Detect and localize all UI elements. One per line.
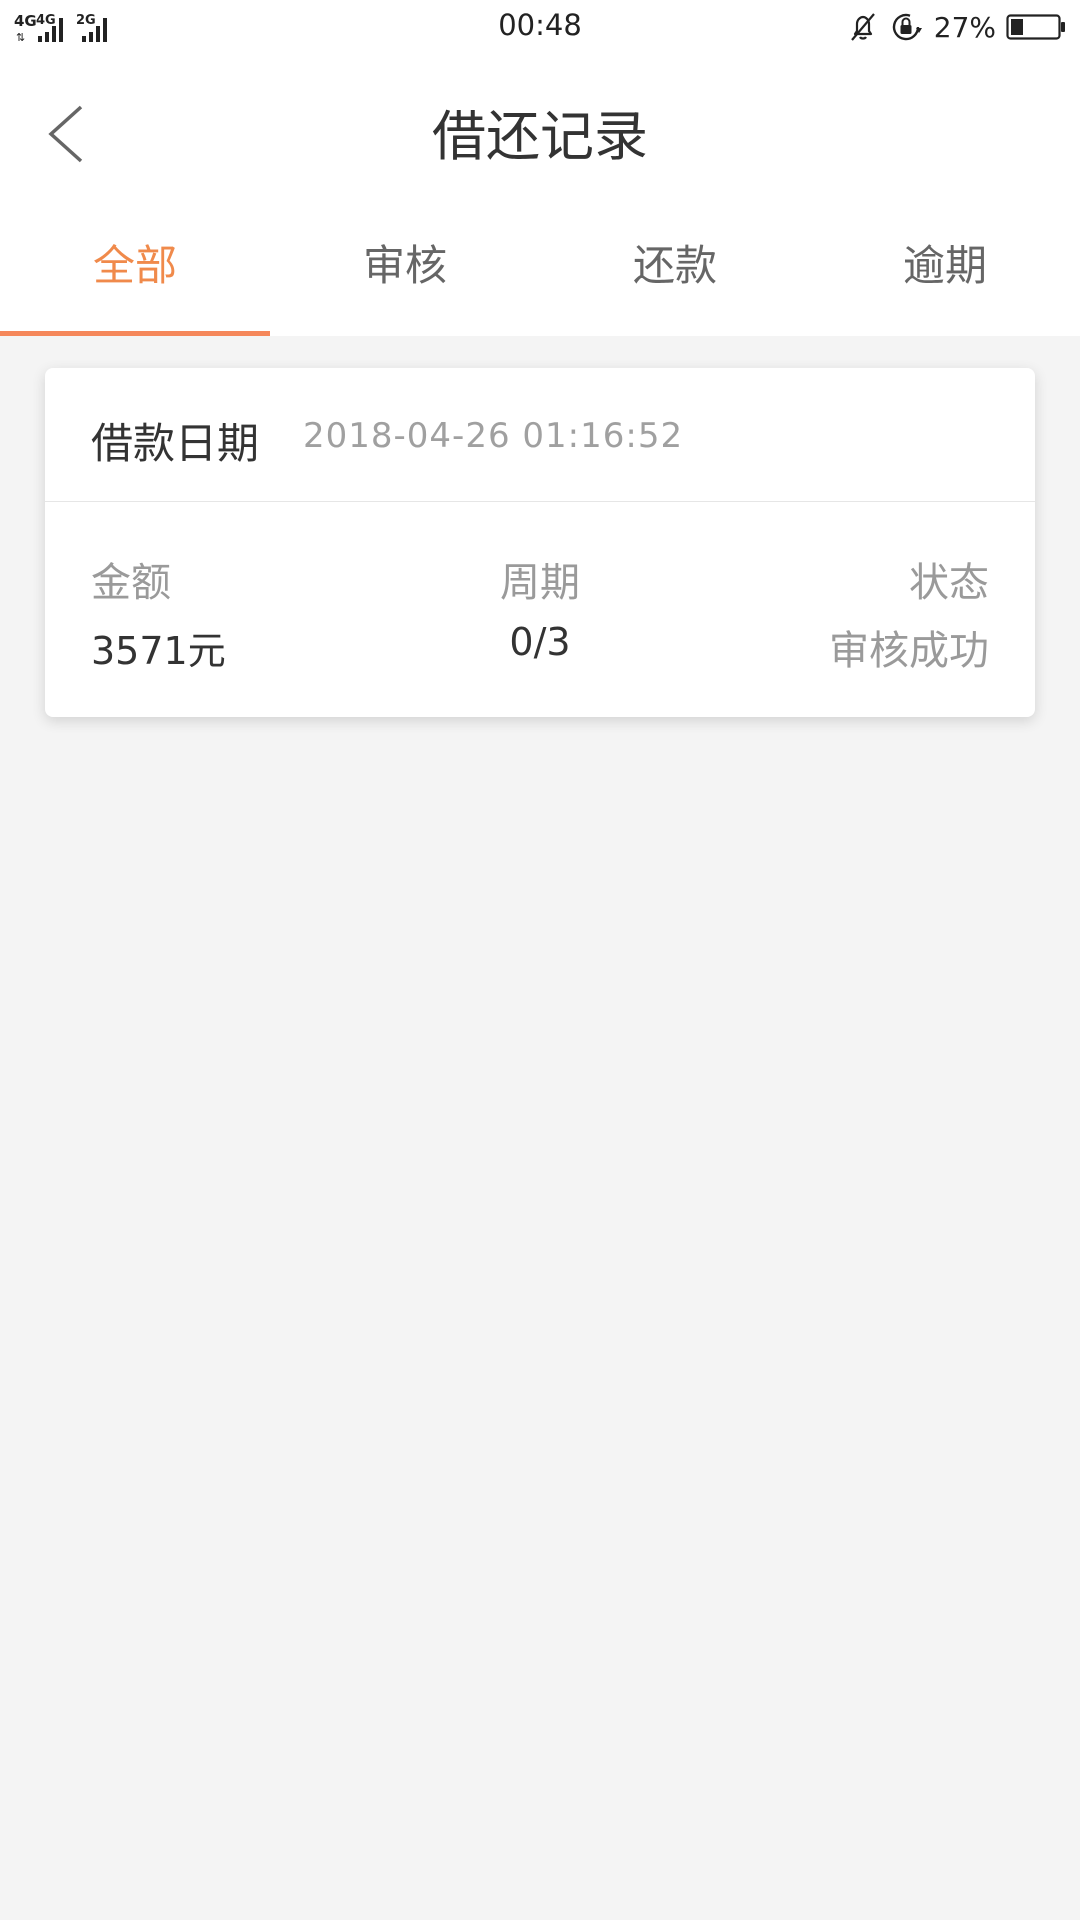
page-title: 借还记录 xyxy=(432,105,648,168)
period-label: 周期 xyxy=(500,560,580,606)
tab-all[interactable]: 全部 xyxy=(0,204,270,336)
card-header: 借款日期 2018-04-26 01:16:52 xyxy=(45,368,1035,502)
tab-review[interactable]: 审核 xyxy=(270,204,540,336)
status-bar: 4G ⇅ 4G 2G 00:48 27% xyxy=(0,0,1080,54)
nav-bar: 借还记录 xyxy=(0,54,1080,204)
tab-label: 审核 xyxy=(362,241,447,290)
status-label: 状态 xyxy=(909,560,989,606)
status-icons: 27% xyxy=(846,8,1066,46)
status-value: 审核成功 xyxy=(829,628,989,674)
battery-icon xyxy=(1006,12,1066,42)
loan-record-card[interactable]: 借款日期 2018-04-26 01:16:52 金额 3571元 周期 0/3… xyxy=(45,368,1035,717)
rotation-lock-icon xyxy=(888,9,924,45)
tab-label: 全部 xyxy=(92,241,177,290)
mute-bell-icon xyxy=(846,10,880,44)
tab-label: 还款 xyxy=(632,241,717,290)
tab-repayment[interactable]: 还款 xyxy=(540,204,810,336)
active-tab-indicator xyxy=(0,331,270,336)
loan-date-value: 2018-04-26 01:16:52 xyxy=(303,416,684,456)
loan-date-label: 借款日期 xyxy=(91,419,260,468)
tab-overdue[interactable]: 逾期 xyxy=(810,204,1080,336)
tab-bar: 全部 审核 还款 逾期 xyxy=(0,204,1080,336)
battery-percentage: 27% xyxy=(933,10,996,44)
tab-label: 逾期 xyxy=(902,241,987,290)
